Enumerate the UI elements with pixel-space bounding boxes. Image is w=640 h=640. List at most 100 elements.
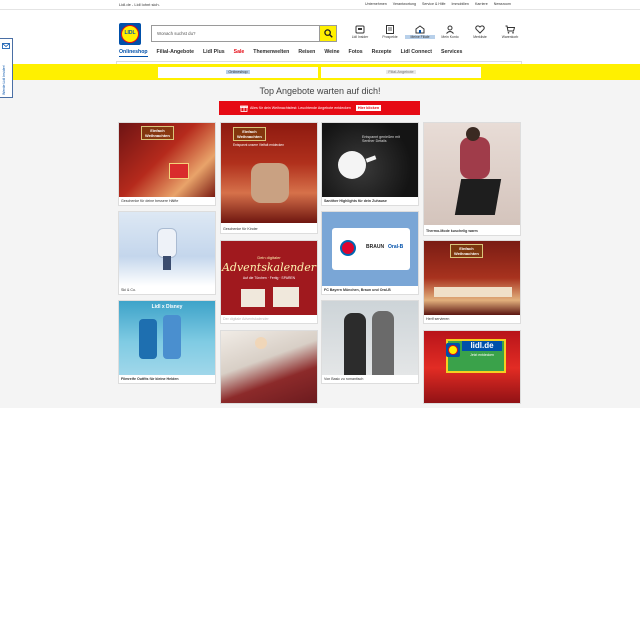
merkliste-link[interactable]: Merkliste (465, 24, 495, 44)
tab-label: Filial-Angebote (386, 70, 416, 74)
card-geschenke-partner[interactable]: Einfach Weihnachten Geschenke für deine b… (118, 122, 216, 206)
card-subtext: Entspannt unsere Vielfalt entdecken (233, 143, 284, 147)
main-nav: Onlineshop Filial-Angebote Lidl Plus Sal… (119, 49, 462, 57)
side-tab-label: Werde Lidl Insider! (2, 65, 6, 95)
badge-einfach-weihnachten: Einfach Weihnachten (141, 126, 174, 140)
page: Lidl.de - Lidl lohnt sich. Unternehmen V… (0, 0, 640, 640)
lidl-logo-small (446, 343, 460, 357)
card-image: Entspannt genießen mit Senther Details (322, 123, 418, 197)
nav-weine[interactable]: Weine (324, 49, 339, 57)
top-link-immobilien[interactable]: Immobilien (452, 2, 469, 6)
header-icon-label: Meine Filiale (405, 35, 435, 39)
card-caption: Der digitale Adventskalender (223, 317, 269, 321)
top-link-karriere[interactable]: Karriere (475, 2, 488, 6)
card-brand: lidl.de (462, 341, 502, 351)
card-image: lidl.de Jetzt entdecken (424, 331, 520, 403)
card-caption: Ski & Co. (121, 288, 136, 292)
nav-sale[interactable]: Sale (234, 49, 245, 57)
card-subtext: Jetzt entdecken (470, 353, 494, 357)
tab-onlineshop[interactable]: Onlineshop (158, 67, 318, 78)
card-basic-romantisch[interactable]: Von Basic zu romantisch (321, 300, 419, 384)
card-subtext: Entspannt genießen mit Senther Details (362, 135, 400, 143)
prospekte-icon (386, 25, 394, 34)
top-link-service[interactable]: Service & Hilfe (422, 2, 446, 6)
top-bar: Lidl.de - Lidl lohnt sich. Unternehmen V… (0, 0, 640, 10)
top-links: Unternehmen Verantwortung Service & Hilf… (365, 2, 511, 6)
header-icons: Lidl Insider Prospekte Meine Filiale Mei… (345, 24, 525, 44)
tab-filial-angebote[interactable]: Filial-Angebote (321, 67, 481, 78)
badge-einfach-weihnachten: Einfach Weihnachten (233, 127, 266, 141)
header: LIDL Wonach suchst du? Lidl Insider Pros… (0, 10, 640, 73)
card-brand: Lidl x Disney (151, 304, 183, 310)
card-image (424, 123, 520, 225)
card-subtext: Auf die Türchen · Fertig · SPAREN (242, 276, 296, 280)
tagline: Lidl.de - Lidl lohnt sich. (119, 2, 160, 7)
card-caption: Herlf servieren (426, 317, 450, 321)
top-link-newsroom[interactable]: Newsroom (494, 2, 511, 6)
card-caption: FC Bayern München, Braun und Oral-B (324, 288, 391, 292)
header-icon-label: Merkliste (473, 35, 487, 39)
lidl-insider-link[interactable]: Lidl Insider (345, 24, 375, 44)
top-link-unternehmen[interactable]: Unternehmen (365, 2, 387, 6)
card-adventskalender[interactable]: Dein digitaler Adventskalender Auf die T… (220, 240, 318, 324)
card-image: BRAUN Oral-B (322, 212, 418, 286)
promo-banner[interactable]: Alles für dein Weihnachtsfest: Leuchtend… (219, 101, 420, 115)
card-caption: Geschenke für deine bessere Hälfte (121, 199, 179, 203)
nav-onlineshop[interactable]: Onlineshop (119, 49, 148, 57)
badge-einfach-weihnachten: Einfach Weihnachten (450, 244, 483, 258)
page-headline: Top Angebote warten auf dich! (259, 86, 381, 96)
card-fc-bayern-braun[interactable]: BRAUN Oral-B FC Bayern München, Braun un… (321, 211, 419, 295)
header-icon-label: Mein Konto (441, 35, 459, 39)
fc-bayern-logo (340, 240, 356, 256)
card-lidl-de[interactable]: lidl.de Jetzt entdecken (423, 330, 521, 404)
header-icon-label: Lidl Insider (351, 35, 369, 39)
cart-icon (505, 25, 515, 34)
store-icon (415, 25, 425, 34)
promo-cta-button[interactable]: Hier klicken (355, 105, 382, 111)
card-image: Einfach Weihnachten Entspannt unsere Viel… (221, 123, 317, 223)
card-image: Einfach Weihnachten (424, 241, 520, 315)
tab-label: Onlineshop (226, 70, 250, 74)
mein-konto-link[interactable]: Mein Konto (435, 24, 465, 44)
nav-fotos[interactable]: Fotos (349, 49, 363, 57)
search-button[interactable] (319, 26, 336, 41)
header-icon-label: Prospekte (382, 35, 398, 39)
card-decke[interactable] (220, 330, 318, 404)
heart-icon (475, 25, 485, 34)
card-lidl-disney[interactable]: Lidl x Disney Filmreife Outfits für klei… (118, 300, 216, 384)
card-geschenke-kinder[interactable]: Einfach Weihnachten Entspannt unsere Viel… (220, 122, 318, 234)
mail-icon (2, 43, 10, 49)
search-input[interactable]: Wonach suchst du? (151, 25, 337, 42)
nav-rezepte[interactable]: Rezepte (372, 49, 392, 57)
warenkorb-link[interactable]: Warenkorb (495, 24, 525, 44)
card-caption: Thermo-Mode kuschelig warm (426, 229, 478, 233)
account-icon (446, 25, 454, 34)
top-link-verantwortung[interactable]: Verantwortung (393, 2, 416, 6)
nav-themenwelten[interactable]: Themenwelten (253, 49, 289, 57)
card-caption: Sanither Highlights für dein Zuhause (324, 199, 387, 203)
card-herlf-servieren[interactable]: Einfach Weihnachten Herlf servieren (423, 240, 521, 324)
gift-icon (240, 105, 248, 112)
brand-oral-b: Oral-B (388, 244, 404, 250)
nav-filial-angebote[interactable]: Filial-Angebote (157, 49, 194, 57)
prospekte-link[interactable]: Prospekte (375, 24, 405, 44)
insider-icon (355, 25, 365, 34)
card-ski[interactable]: Ski & Co. (118, 211, 216, 295)
card-caption: Von Basic zu romantisch (324, 377, 364, 381)
header-icon-label: Warenkorb (501, 35, 519, 39)
card-sanither[interactable]: Entspannt genießen mit Senther Details S… (321, 122, 419, 206)
promo-text: Alles für dein Weihnachtsfest: Leuchtend… (250, 106, 351, 110)
lidl-logo[interactable]: LIDL (119, 23, 141, 45)
card-image: Einfach Weihnachten (119, 123, 215, 197)
nav-services[interactable]: Services (441, 49, 462, 57)
nav-lidl-connect[interactable]: Lidl Connect (401, 49, 432, 57)
tab-bar: Onlineshop Filial-Angebote (0, 64, 640, 80)
nav-reisen[interactable]: Reisen (298, 49, 315, 57)
card-image (119, 212, 215, 286)
card-title: Adventskalender (221, 261, 316, 274)
insider-side-tab[interactable]: Werde Lidl Insider! (0, 38, 13, 98)
meine-filiale-link[interactable]: Meine Filiale (405, 24, 435, 44)
card-thermo-mode[interactable]: Thermo-Mode kuschelig warm (423, 122, 521, 236)
nav-lidl-plus[interactable]: Lidl Plus (203, 49, 225, 57)
card-toptext: Dein digitaler (257, 255, 281, 260)
